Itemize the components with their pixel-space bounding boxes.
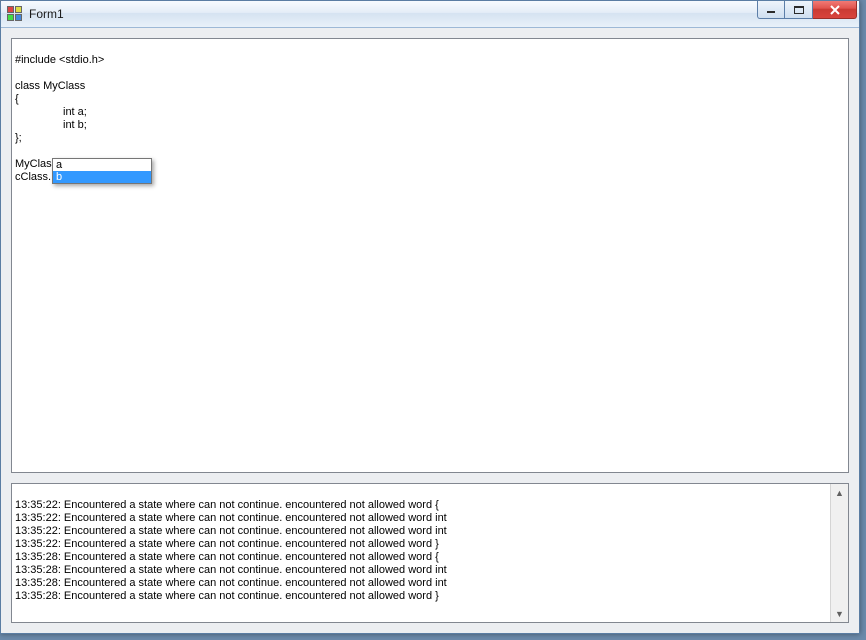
close-icon (829, 5, 841, 15)
log-line: 13:35:22: Encountered a state where can … (15, 538, 439, 550)
code-line: #include <stdio.h> (15, 54, 104, 66)
code-line: { (15, 93, 19, 105)
log-line: 13:35:22: Encountered a state where can … (15, 512, 447, 524)
autocomplete-item[interactable]: a (53, 159, 151, 171)
code-line: int b; (63, 119, 87, 131)
app-icon (7, 6, 23, 22)
autocomplete-item-selected[interactable]: b (53, 171, 151, 183)
close-button[interactable] (813, 1, 857, 19)
log-scrollbar[interactable]: ▲ ▼ (830, 484, 848, 622)
app-window: Form1 #include <stdio.h> class MyClass {… (0, 0, 860, 634)
log-line: 13:35:28: Encountered a state where can … (15, 551, 439, 563)
autocomplete-popup[interactable]: a b (52, 158, 152, 184)
window-title: Form1 (29, 7, 757, 21)
client-area: #include <stdio.h> class MyClass { int a… (1, 28, 859, 633)
code-line: int a; (63, 106, 87, 118)
log-panel: 13:35:22: Encountered a state where can … (11, 483, 849, 623)
maximize-button[interactable] (785, 1, 813, 19)
log-line: 13:35:28: Encountered a state where can … (15, 577, 447, 589)
minimize-icon (766, 6, 776, 14)
scroll-up-icon[interactable]: ▲ (831, 484, 848, 501)
log-line: 13:35:28: Encountered a state where can … (15, 564, 447, 576)
log-line: 13:35:22: Encountered a state where can … (15, 499, 439, 511)
maximize-icon (794, 6, 804, 14)
code-line: }; (15, 132, 22, 144)
title-bar[interactable]: Form1 (1, 1, 859, 28)
window-controls (757, 1, 857, 27)
log-content[interactable]: 13:35:22: Encountered a state where can … (12, 484, 830, 622)
code-editor[interactable]: #include <stdio.h> class MyClass { int a… (11, 38, 849, 473)
log-line: 13:35:22: Encountered a state where can … (15, 525, 447, 537)
code-line: class MyClass (15, 80, 85, 92)
scroll-down-icon[interactable]: ▼ (831, 605, 848, 622)
minimize-button[interactable] (757, 1, 785, 19)
code-line: cClass. (15, 171, 51, 183)
log-line: 13:35:28: Encountered a state where can … (15, 590, 439, 602)
